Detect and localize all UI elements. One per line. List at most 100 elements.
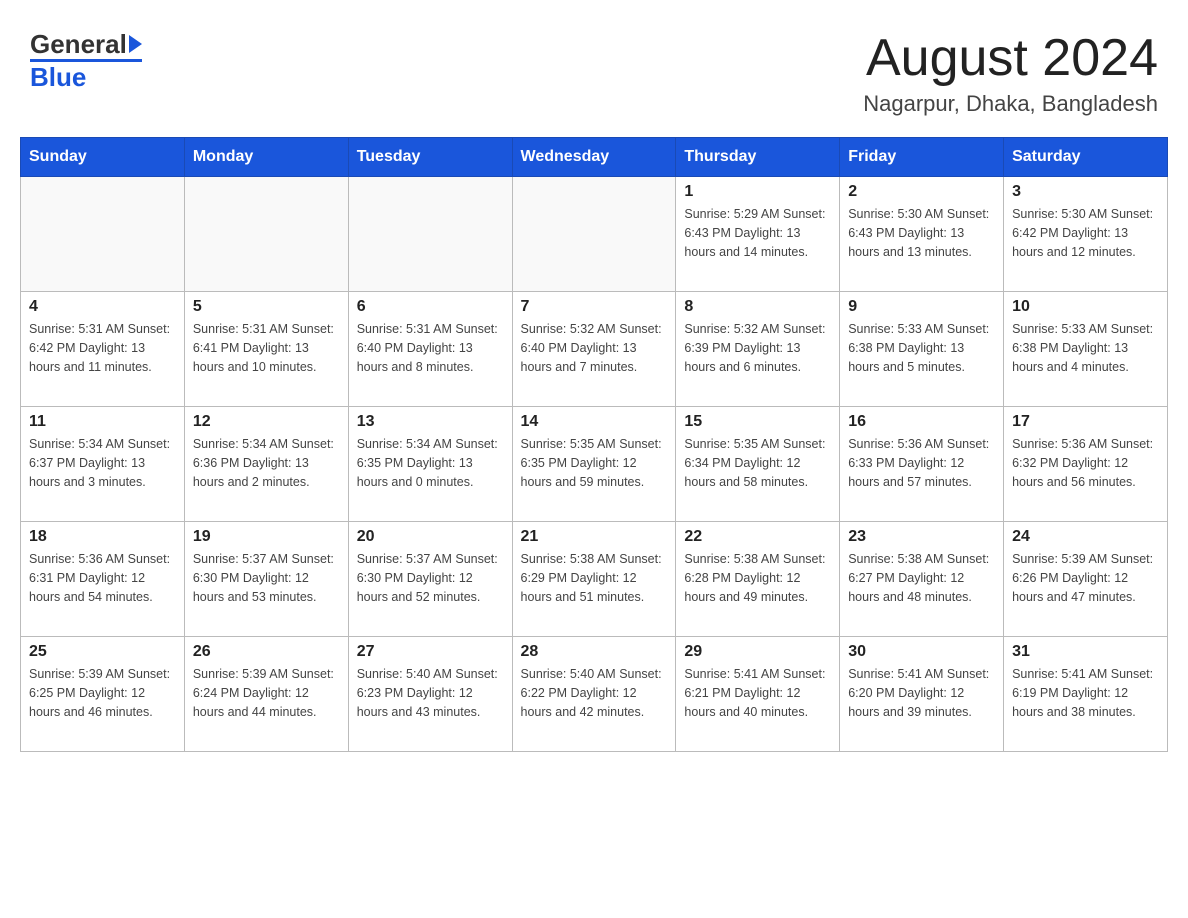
day-info: Sunrise: 5:31 AM Sunset: 6:42 PM Dayligh…	[29, 320, 176, 376]
day-of-week-header: Tuesday	[348, 138, 512, 177]
day-info: Sunrise: 5:32 AM Sunset: 6:39 PM Dayligh…	[684, 320, 831, 376]
day-info: Sunrise: 5:34 AM Sunset: 6:36 PM Dayligh…	[193, 435, 340, 491]
day-number: 5	[193, 298, 340, 316]
calendar-cell: 12 Sunrise: 5:34 AM Sunset: 6:36 PM Dayli…	[184, 407, 348, 522]
day-number: 27	[357, 643, 504, 661]
day-info: Sunrise: 5:30 AM Sunset: 6:42 PM Dayligh…	[1012, 205, 1159, 261]
calendar-cell	[184, 177, 348, 292]
day-info: Sunrise: 5:39 AM Sunset: 6:25 PM Dayligh…	[29, 665, 176, 721]
calendar-cell: 21 Sunrise: 5:38 AM Sunset: 6:29 PM Dayli…	[512, 522, 676, 637]
calendar-table: SundayMondayTuesdayWednesdayThursdayFrid…	[20, 137, 1168, 752]
day-number: 9	[848, 298, 995, 316]
day-info: Sunrise: 5:36 AM Sunset: 6:32 PM Dayligh…	[1012, 435, 1159, 491]
month-title: August 2024	[863, 30, 1158, 87]
logo-blue-text: Blue	[30, 63, 86, 92]
day-of-week-header: Saturday	[1004, 138, 1168, 177]
calendar-week-row: 1 Sunrise: 5:29 AM Sunset: 6:43 PM Daylig…	[21, 177, 1168, 292]
day-number: 28	[521, 643, 668, 661]
day-of-week-header: Monday	[184, 138, 348, 177]
day-number: 6	[357, 298, 504, 316]
day-number: 8	[684, 298, 831, 316]
calendar-cell	[348, 177, 512, 292]
day-number: 31	[1012, 643, 1159, 661]
day-info: Sunrise: 5:36 AM Sunset: 6:33 PM Dayligh…	[848, 435, 995, 491]
day-info: Sunrise: 5:34 AM Sunset: 6:37 PM Dayligh…	[29, 435, 176, 491]
day-info: Sunrise: 5:38 AM Sunset: 6:28 PM Dayligh…	[684, 550, 831, 606]
calendar-cell: 1 Sunrise: 5:29 AM Sunset: 6:43 PM Daylig…	[676, 177, 840, 292]
day-info: Sunrise: 5:30 AM Sunset: 6:43 PM Dayligh…	[848, 205, 995, 261]
day-number: 17	[1012, 413, 1159, 431]
day-number: 19	[193, 528, 340, 546]
day-of-week-header: Wednesday	[512, 138, 676, 177]
logo-general-text: General	[30, 30, 127, 59]
calendar-cell: 13Sunrise: 5:34 AM Sunset: 6:35 PM Dayli…	[348, 407, 512, 522]
day-info: Sunrise: 5:34 AM Sunset: 6:35 PM Dayligh…	[357, 435, 504, 491]
calendar-cell: 16 Sunrise: 5:36 AM Sunset: 6:33 PM Dayli…	[840, 407, 1004, 522]
day-info: Sunrise: 5:39 AM Sunset: 6:26 PM Dayligh…	[1012, 550, 1159, 606]
calendar-cell: 9 Sunrise: 5:33 AM Sunset: 6:38 PM Daylig…	[840, 292, 1004, 407]
calendar-cell: 7Sunrise: 5:32 AM Sunset: 6:40 PM Daylig…	[512, 292, 676, 407]
day-info: Sunrise: 5:37 AM Sunset: 6:30 PM Dayligh…	[357, 550, 504, 606]
calendar-cell: 14Sunrise: 5:35 AM Sunset: 6:35 PM Dayli…	[512, 407, 676, 522]
day-info: Sunrise: 5:33 AM Sunset: 6:38 PM Dayligh…	[848, 320, 995, 376]
day-number: 21	[521, 528, 668, 546]
calendar-cell: 31 Sunrise: 5:41 AM Sunset: 6:19 PM Dayli…	[1004, 637, 1168, 752]
day-info: Sunrise: 5:31 AM Sunset: 6:41 PM Dayligh…	[193, 320, 340, 376]
day-info: Sunrise: 5:38 AM Sunset: 6:29 PM Dayligh…	[521, 550, 668, 606]
day-info: Sunrise: 5:39 AM Sunset: 6:24 PM Dayligh…	[193, 665, 340, 721]
calendar-cell: 20 Sunrise: 5:37 AM Sunset: 6:30 PM Dayli…	[348, 522, 512, 637]
calendar-cell: 5 Sunrise: 5:31 AM Sunset: 6:41 PM Daylig…	[184, 292, 348, 407]
day-number: 10	[1012, 298, 1159, 316]
location-title: Nagarpur, Dhaka, Bangladesh	[863, 91, 1158, 117]
day-number: 29	[684, 643, 831, 661]
day-info: Sunrise: 5:38 AM Sunset: 6:27 PM Dayligh…	[848, 550, 995, 606]
day-of-week-header: Sunday	[21, 138, 185, 177]
day-info: Sunrise: 5:41 AM Sunset: 6:19 PM Dayligh…	[1012, 665, 1159, 721]
day-number: 30	[848, 643, 995, 661]
day-number: 25	[29, 643, 176, 661]
day-number: 1	[684, 183, 831, 201]
calendar-cell: 2 Sunrise: 5:30 AM Sunset: 6:43 PM Daylig…	[840, 177, 1004, 292]
day-info: Sunrise: 5:40 AM Sunset: 6:23 PM Dayligh…	[357, 665, 504, 721]
calendar-cell: 3 Sunrise: 5:30 AM Sunset: 6:42 PM Daylig…	[1004, 177, 1168, 292]
calendar-cell: 29 Sunrise: 5:41 AM Sunset: 6:21 PM Dayli…	[676, 637, 840, 752]
calendar-header-row: SundayMondayTuesdayWednesdayThursdayFrid…	[21, 138, 1168, 177]
day-number: 12	[193, 413, 340, 431]
day-number: 24	[1012, 528, 1159, 546]
calendar-cell: 19 Sunrise: 5:37 AM Sunset: 6:30 PM Dayli…	[184, 522, 348, 637]
calendar-cell: 8 Sunrise: 5:32 AM Sunset: 6:39 PM Daylig…	[676, 292, 840, 407]
day-number: 2	[848, 183, 995, 201]
calendar-cell: 17 Sunrise: 5:36 AM Sunset: 6:32 PM Dayli…	[1004, 407, 1168, 522]
day-number: 18	[29, 528, 176, 546]
day-info: Sunrise: 5:31 AM Sunset: 6:40 PM Dayligh…	[357, 320, 504, 376]
day-number: 15	[684, 413, 831, 431]
day-info: Sunrise: 5:41 AM Sunset: 6:21 PM Dayligh…	[684, 665, 831, 721]
title-block: August 2024 Nagarpur, Dhaka, Bangladesh	[863, 30, 1158, 117]
calendar-cell: 26Sunrise: 5:39 AM Sunset: 6:24 PM Dayli…	[184, 637, 348, 752]
day-info: Sunrise: 5:35 AM Sunset: 6:35 PM Dayligh…	[521, 435, 668, 491]
day-info: Sunrise: 5:32 AM Sunset: 6:40 PM Dayligh…	[521, 320, 668, 376]
day-number: 3	[1012, 183, 1159, 201]
calendar-cell: 23 Sunrise: 5:38 AM Sunset: 6:27 PM Dayli…	[840, 522, 1004, 637]
day-info: Sunrise: 5:35 AM Sunset: 6:34 PM Dayligh…	[684, 435, 831, 491]
day-info: Sunrise: 5:40 AM Sunset: 6:22 PM Dayligh…	[521, 665, 668, 721]
calendar-week-row: 18Sunrise: 5:36 AM Sunset: 6:31 PM Dayli…	[21, 522, 1168, 637]
day-info: Sunrise: 5:33 AM Sunset: 6:38 PM Dayligh…	[1012, 320, 1159, 376]
day-info: Sunrise: 5:29 AM Sunset: 6:43 PM Dayligh…	[684, 205, 831, 261]
day-number: 4	[29, 298, 176, 316]
calendar-cell: 28 Sunrise: 5:40 AM Sunset: 6:22 PM Dayli…	[512, 637, 676, 752]
logo-triangle-icon	[129, 35, 142, 53]
calendar-week-row: 4 Sunrise: 5:31 AM Sunset: 6:42 PM Daylig…	[21, 292, 1168, 407]
calendar-cell: 25 Sunrise: 5:39 AM Sunset: 6:25 PM Dayli…	[21, 637, 185, 752]
day-number: 16	[848, 413, 995, 431]
calendar-week-row: 25 Sunrise: 5:39 AM Sunset: 6:25 PM Dayli…	[21, 637, 1168, 752]
day-number: 22	[684, 528, 831, 546]
day-of-week-header: Thursday	[676, 138, 840, 177]
day-info: Sunrise: 5:37 AM Sunset: 6:30 PM Dayligh…	[193, 550, 340, 606]
day-number: 20	[357, 528, 504, 546]
day-info: Sunrise: 5:41 AM Sunset: 6:20 PM Dayligh…	[848, 665, 995, 721]
calendar-cell: 4 Sunrise: 5:31 AM Sunset: 6:42 PM Daylig…	[21, 292, 185, 407]
day-number: 23	[848, 528, 995, 546]
page-header: General Blue August 2024 Nagarpur, Dhaka…	[20, 20, 1168, 117]
calendar-cell: 27 Sunrise: 5:40 AM Sunset: 6:23 PM Dayli…	[348, 637, 512, 752]
